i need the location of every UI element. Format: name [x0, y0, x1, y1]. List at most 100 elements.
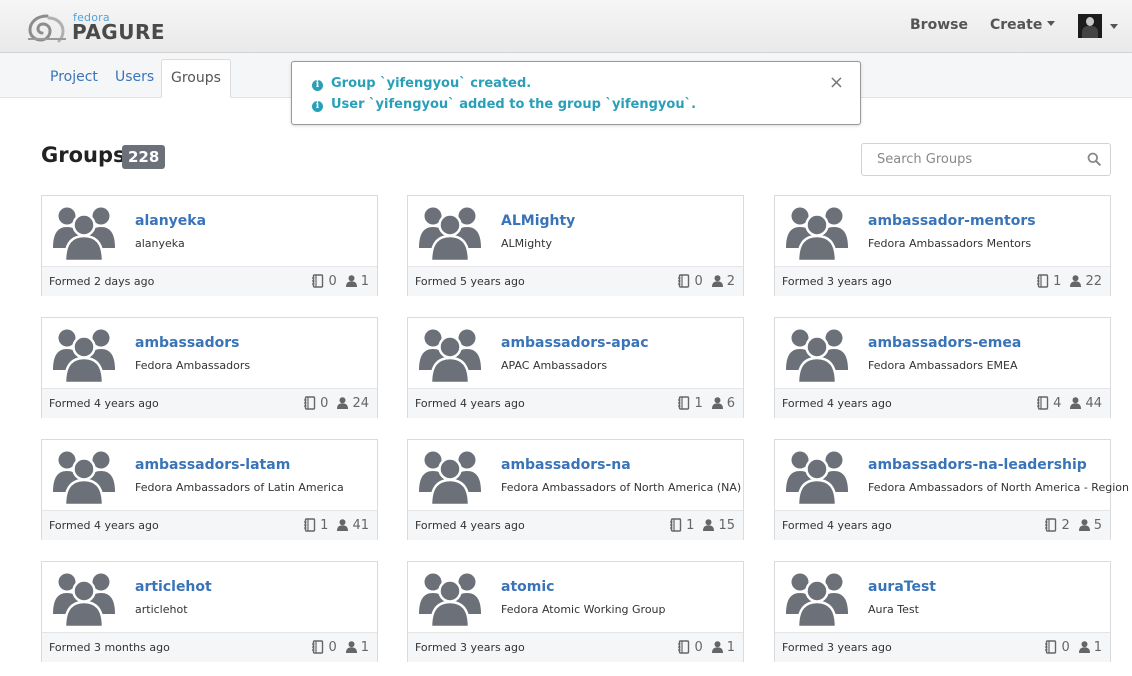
group-card-body: ambassadors-na Fedora Ambassadors of Nort…: [408, 440, 743, 510]
group-card[interactable]: atomic Fedora Atomic Working Group Formed …: [407, 561, 744, 662]
group-formed-date: Formed 3 years ago: [782, 275, 892, 288]
user-menu[interactable]: [1078, 14, 1122, 40]
group-project-count: 0: [694, 273, 703, 289]
group-description: Fedora Atomic Working Group: [501, 603, 666, 616]
group-member-count: 22: [1085, 273, 1102, 289]
group-name-link[interactable]: atomic: [501, 579, 554, 595]
group-users-icon: [53, 451, 115, 505]
group-member-count: 1: [1093, 639, 1102, 655]
group-users-icon: [53, 329, 115, 383]
user-icon: [711, 641, 723, 653]
user-icon: [1070, 397, 1082, 409]
avatar: [1078, 14, 1102, 38]
group-name-link[interactable]: auraTest: [868, 579, 936, 595]
create-menu-label: Create: [990, 17, 1043, 33]
group-name-link[interactable]: ambassadors-emea: [868, 335, 1021, 351]
group-card-footer: Formed 3 months ago 0 1: [42, 632, 377, 662]
group-users-icon: [419, 329, 481, 383]
group-name-link[interactable]: ALMighty: [501, 213, 575, 229]
group-description: Fedora Ambassadors EMEA: [868, 359, 1018, 372]
group-formed-date: Formed 3 years ago: [415, 641, 525, 654]
group-name-link[interactable]: ambassadors-na-leadership: [868, 457, 1087, 473]
tab-projects[interactable]: Project: [50, 59, 98, 96]
group-card[interactable]: ambassadors-na Fedora Ambassadors of Nort…: [407, 439, 744, 540]
group-formed-date: Formed 4 years ago: [415, 519, 525, 532]
group-name-link[interactable]: ambassadors-na: [501, 457, 631, 473]
group-users-icon: [786, 207, 848, 261]
tab-groups[interactable]: Groups: [161, 59, 231, 98]
project-book-icon: [1037, 396, 1049, 410]
group-formed-date: Formed 5 years ago: [415, 275, 525, 288]
user-icon: [337, 397, 349, 409]
group-card[interactable]: ALMighty ALMighty Formed 5 years ago 0 2: [407, 195, 744, 296]
group-card[interactable]: ambassadors-emea Fedora Ambassadors EMEA F…: [774, 317, 1111, 418]
browse-menu[interactable]: Browse: [910, 17, 968, 33]
group-stats: 25: [1044, 517, 1102, 533]
search-icon[interactable]: [1087, 152, 1101, 166]
group-card-footer: Formed 4 years ago 0 24: [42, 388, 377, 418]
alert-message: i Group `yifengyou` created.: [312, 76, 531, 91]
group-card-footer: Formed 4 years ago 1 15: [408, 510, 743, 540]
alert-message-text: User `yifengyou` added to the group `yif…: [331, 97, 697, 112]
group-card-body: ALMighty ALMighty: [408, 196, 743, 266]
search-box: [861, 143, 1111, 176]
group-card-body: alanyeka alanyeka: [42, 196, 377, 266]
flash-alert: i Group `yifengyou` created. i User `yifen…: [291, 61, 861, 125]
group-member-count: 5: [1093, 517, 1102, 533]
group-name-link[interactable]: alanyeka: [135, 213, 206, 229]
user-icon: [337, 519, 349, 531]
alert-message-text: Group `yifengyou` created.: [331, 76, 532, 91]
group-member-count: 15: [718, 517, 735, 533]
project-book-icon: [1045, 640, 1057, 654]
count-badge: 228: [122, 145, 166, 169]
group-card[interactable]: ambassadors Fedora Ambassadors Formed 4 ye…: [41, 317, 378, 418]
group-member-count: 24: [352, 395, 369, 411]
group-name-link[interactable]: ambassadors-latam: [135, 457, 290, 473]
user-icon: [1078, 641, 1090, 653]
group-name-link[interactable]: ambassadors-apac: [501, 335, 649, 351]
close-icon[interactable]: ×: [829, 72, 844, 93]
group-card-footer: Formed 3 years ago 0 1: [775, 632, 1110, 662]
pagure-logo[interactable]: fedora PAGURE: [26, 10, 166, 44]
create-menu[interactable]: Create: [990, 17, 1056, 33]
group-formed-date: Formed 4 years ago: [49, 519, 159, 532]
group-card-footer: Formed 4 years ago 2 5: [775, 510, 1110, 540]
group-card[interactable]: ambassadors-apac APAC Ambassadors Formed 4…: [407, 317, 744, 418]
group-description: Fedora Ambassadors Mentors: [868, 237, 1032, 250]
group-card[interactable]: alanyeka alanyeka Formed 2 days ago 0 1: [41, 195, 378, 296]
group-member-count: 1: [360, 273, 369, 289]
group-users-icon: [53, 207, 115, 261]
project-book-icon: [678, 640, 690, 654]
group-description: Fedora Ambassadors of Latin America: [135, 481, 344, 494]
pagure-snail-logo-icon: [28, 14, 66, 43]
group-card[interactable]: auraTest Aura Test Formed 3 years ago 0 1: [774, 561, 1111, 662]
group-users-icon: [419, 207, 481, 261]
group-formed-date: Formed 3 months ago: [49, 641, 170, 654]
group-stats: 1 22: [1036, 273, 1102, 289]
group-card[interactable]: articlehot articlehot Formed 3 months ago 0…: [41, 561, 378, 662]
user-icon: [345, 641, 357, 653]
group-stats: 1 15: [669, 517, 735, 533]
group-card[interactable]: ambassadors-latam Fedora Ambassadors of L…: [41, 439, 378, 540]
tab-users[interactable]: Users: [115, 59, 154, 96]
group-card-body: articlehot articlehot: [42, 562, 377, 632]
project-book-icon: [1045, 518, 1057, 532]
group-name-link[interactable]: ambassador-mentors: [868, 213, 1036, 229]
group-stats: 0 24: [303, 395, 369, 411]
group-name-link[interactable]: articlehot: [135, 579, 212, 595]
group-card-footer: Formed 4 years ago 1 41: [42, 510, 377, 540]
page-title: Groups: [41, 143, 126, 167]
group-card-body: ambassador-mentors Fedora Ambassadors Men…: [775, 196, 1110, 266]
search-input[interactable]: [862, 144, 1092, 175]
group-card[interactable]: ambassadors-na-leadership Fedora Ambassad…: [774, 439, 1132, 540]
group-description: Fedora Ambassadors: [135, 359, 251, 372]
project-book-icon: [312, 640, 324, 654]
project-book-icon: [304, 396, 316, 410]
project-book-icon: [678, 274, 690, 288]
project-book-icon: [312, 274, 324, 288]
group-formed-date: Formed 4 years ago: [782, 397, 892, 410]
group-card[interactable]: ambassador-mentors Fedora Ambassadors Men…: [774, 195, 1111, 296]
group-name-link[interactable]: ambassadors: [135, 335, 240, 351]
group-users-icon: [419, 573, 481, 627]
group-users-icon: [786, 329, 848, 383]
